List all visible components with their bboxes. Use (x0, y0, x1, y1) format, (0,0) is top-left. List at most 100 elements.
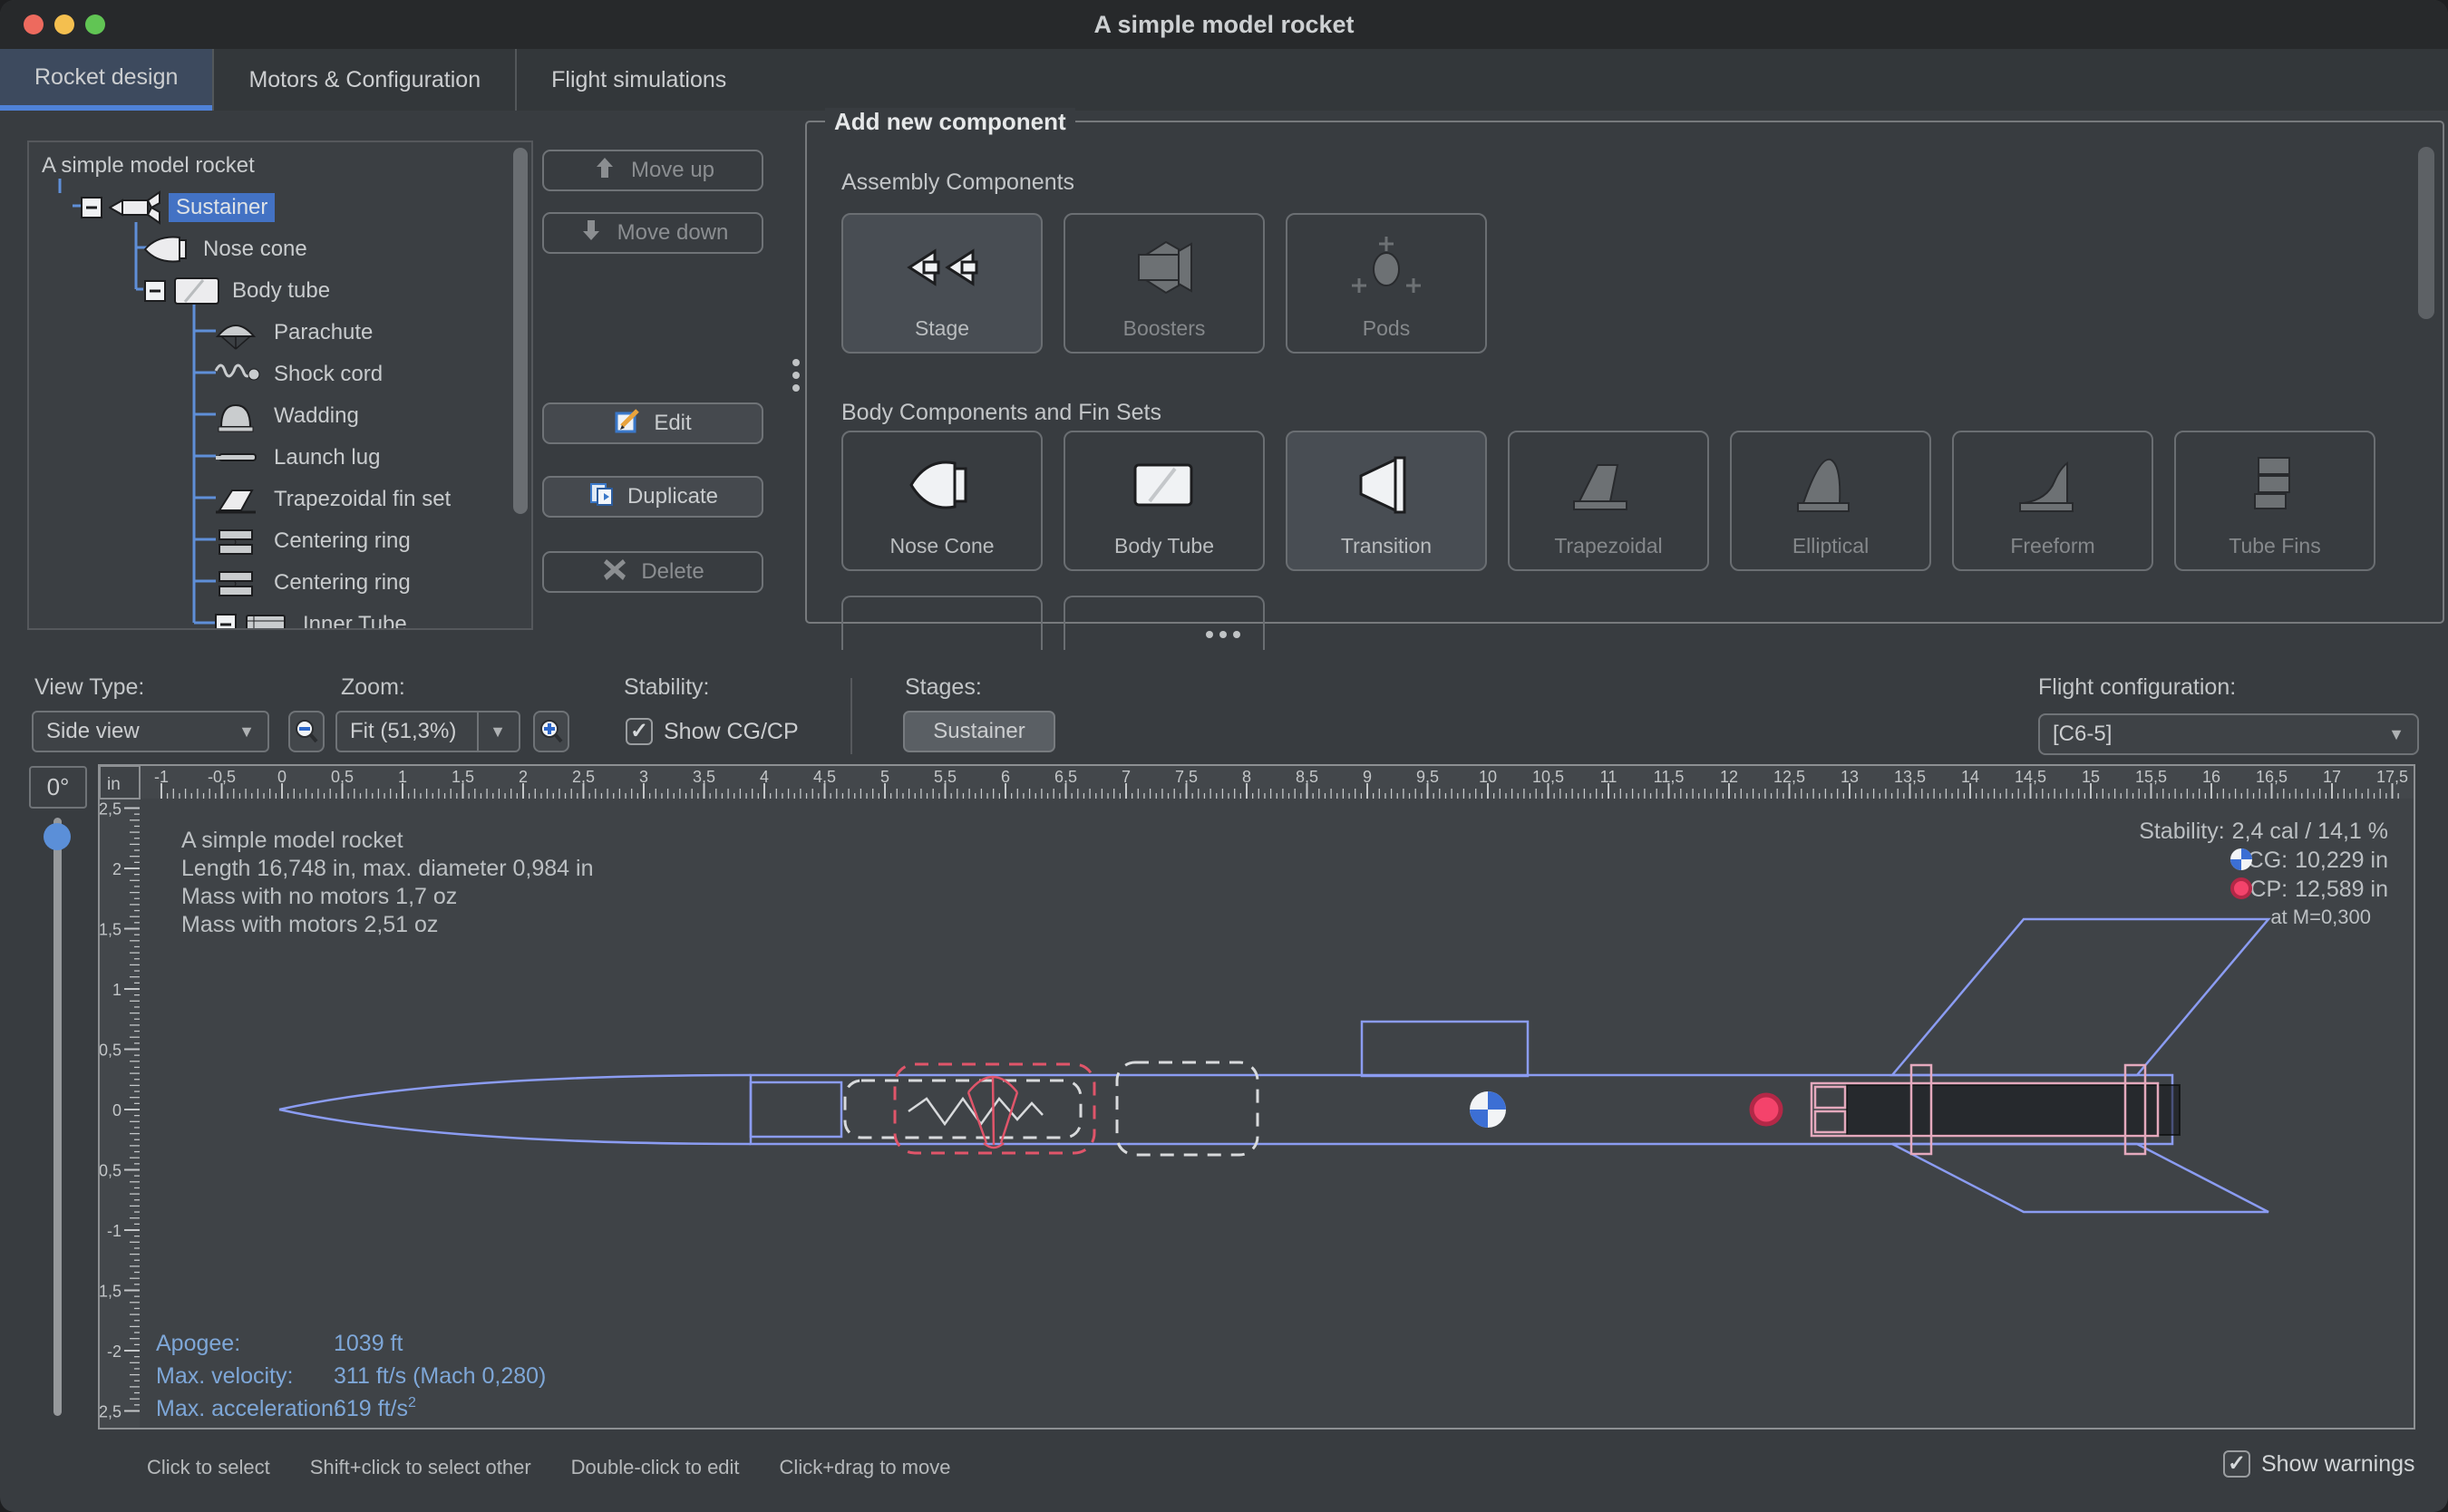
parachute-outline[interactable] (845, 1081, 1081, 1138)
svg-text:-2: -2 (107, 1342, 121, 1361)
svg-text:12: 12 (1720, 768, 1738, 786)
tree-item-nose-cone[interactable]: Nose cone (143, 231, 307, 267)
zoom-in-button[interactable] (533, 711, 569, 752)
component-card-transition[interactable]: Transition (1286, 431, 1487, 571)
rotation-slider-knob[interactable] (44, 823, 71, 850)
move-down-button[interactable]: Move down (542, 212, 763, 254)
tree-item-wadding[interactable]: Wadding (214, 398, 359, 434)
flight-config-select[interactable]: [C6-5] ▼ (2038, 713, 2419, 755)
show-cgcp-checkbox[interactable]: ✓ (626, 718, 653, 745)
component-card-nose-cone[interactable]: Nose Cone (841, 431, 1043, 571)
svg-text:7: 7 (1122, 768, 1131, 786)
engine-block-outline[interactable] (1815, 1111, 1845, 1132)
tree-item-centering-ring[interactable]: Centering ring (214, 523, 411, 559)
component-card-tube-fins[interactable]: Tube Fins (2174, 431, 2375, 571)
svg-text:-1: -1 (154, 768, 169, 786)
add-panel-scrollbar[interactable] (2418, 147, 2434, 319)
nose-shoulder-outline[interactable] (751, 1082, 841, 1137)
tubefins-icon (2176, 449, 2374, 525)
tree-item-launch-lug[interactable]: Launch lug (214, 440, 380, 476)
cp-marker[interactable] (1752, 1095, 1781, 1124)
button-label: Delete (641, 559, 704, 585)
component-card-elliptical[interactable]: Elliptical (1730, 431, 1931, 571)
delete-button[interactable]: Delete (542, 551, 763, 593)
rocket-stage-icon (109, 188, 161, 228)
pods-icon (1287, 231, 1485, 307)
component-card-trapezoidal[interactable]: Trapezoidal (1508, 431, 1709, 571)
component-card-partial[interactable] (1064, 596, 1265, 650)
svg-text:0,5: 0,5 (100, 1042, 121, 1060)
svg-text:16: 16 (2202, 768, 2220, 786)
svg-text:2,5: 2,5 (572, 768, 595, 786)
expander-icon[interactable] (143, 279, 167, 303)
shock-cord-icon (214, 354, 267, 394)
tree-scrollbar[interactable] (513, 148, 528, 514)
rotation-slider-track[interactable] (53, 818, 62, 1416)
move-up-button[interactable]: Move up (542, 150, 763, 191)
tree-item-trapezoidal-fin-set[interactable]: Trapezoidal fin set (214, 481, 451, 518)
component-card-boosters[interactable]: Boosters (1064, 213, 1265, 354)
view-type-label: View Type: (34, 674, 144, 701)
expander-icon[interactable] (80, 196, 103, 219)
nose-cone-outline[interactable] (279, 1075, 751, 1110)
motor-casing[interactable] (1847, 1085, 2180, 1135)
svg-text:16,5: 16,5 (2256, 768, 2288, 786)
zoom-out-button[interactable] (288, 711, 325, 752)
svg-text:15,5: 15,5 (2135, 768, 2167, 786)
show-warnings-row: ✓ Show warnings (2223, 1450, 2415, 1478)
rocket-outline[interactable] (279, 919, 2268, 1212)
zoom-select[interactable]: Fit (51,3%) ▼ (335, 711, 520, 752)
tab-flight-simulations[interactable]: Flight simulations (515, 49, 761, 111)
svg-text:8: 8 (1242, 768, 1251, 786)
edit-button[interactable]: Edit (542, 402, 763, 444)
mach-note: at M=0,300 (2270, 906, 2371, 928)
view-type-select[interactable]: Side view ▼ (32, 711, 269, 752)
svg-text:-0,5: -0,5 (208, 768, 236, 786)
vertical-splitter-handle[interactable] (792, 359, 800, 392)
svg-text:0,5: 0,5 (331, 768, 354, 786)
component-card-label: Transition (1341, 534, 1432, 558)
tab-motors-configuration[interactable]: Motors & Configuration (212, 49, 515, 111)
fin-upper-outline[interactable] (1892, 919, 2268, 1075)
fin-lower-outline[interactable] (1892, 1144, 2268, 1212)
duplicate-button[interactable]: Duplicate (542, 476, 763, 518)
tree-item-sustainer[interactable]: Sustainer (80, 189, 275, 226)
engine-block-outline[interactable] (1815, 1087, 1845, 1108)
tree-item-centering-ring[interactable]: Centering ring (214, 565, 411, 601)
expander-icon[interactable] (214, 613, 238, 630)
component-card-body-tube[interactable]: Body Tube (1064, 431, 1265, 571)
component-card-label: Freeform (2010, 534, 2094, 558)
accel-superscript: 2 (408, 1395, 416, 1410)
tree-item-inner-tube[interactable]: Inner Tube (214, 606, 407, 630)
tab-rocket-design[interactable]: Rocket design (0, 49, 212, 111)
component-card-label: Boosters (1123, 316, 1206, 341)
tree-item-parachute[interactable]: Parachute (214, 315, 373, 351)
component-card-label: Tube Fins (2229, 534, 2320, 558)
show-warnings-checkbox[interactable]: ✓ (2223, 1450, 2250, 1478)
cg-marker[interactable] (1470, 1091, 1506, 1128)
nose-cone-outline[interactable] (279, 1110, 751, 1144)
assembly-components-label: Assembly Components (841, 170, 1074, 196)
tree-item-shock-cord[interactable]: Shock cord (214, 356, 383, 393)
component-card-pods[interactable]: Pods (1286, 213, 1487, 354)
app-window: A simple model rocket Rocket designMotor… (0, 0, 2448, 1512)
component-card-stage[interactable]: Stage (841, 213, 1043, 354)
component-card-freeform[interactable]: Freeform (1952, 431, 2153, 571)
fin-set-icon (214, 480, 267, 519)
tree-item-body-tube[interactable]: Body tube (143, 273, 330, 309)
tree-item-a-simple-model-rocket[interactable]: A simple model rocket (42, 148, 255, 184)
horizontal-splitter-handle[interactable] (1206, 631, 1240, 638)
wadding-outline[interactable] (1117, 1062, 1258, 1155)
launch-lug-outline[interactable] (1362, 1022, 1528, 1076)
stage-toggle-sustainer[interactable]: Sustainer (903, 711, 1055, 752)
rocket-diagram-panel[interactable]: -1-0,500,511,522,533,544,555,566,577,588… (98, 764, 2415, 1430)
component-card-partial[interactable] (841, 596, 1043, 650)
rotation-value-box[interactable]: 0° (29, 766, 87, 809)
svg-text:17,5: 17,5 (2376, 768, 2408, 786)
duplicate-icon (588, 480, 615, 514)
add-component-title: Add new component (825, 108, 1075, 136)
hint-text: Double-click to edit (571, 1456, 740, 1479)
freefin-icon (1954, 449, 2152, 525)
svg-text:8,5: 8,5 (1296, 768, 1318, 786)
tree-item-label: Sustainer (169, 193, 275, 222)
